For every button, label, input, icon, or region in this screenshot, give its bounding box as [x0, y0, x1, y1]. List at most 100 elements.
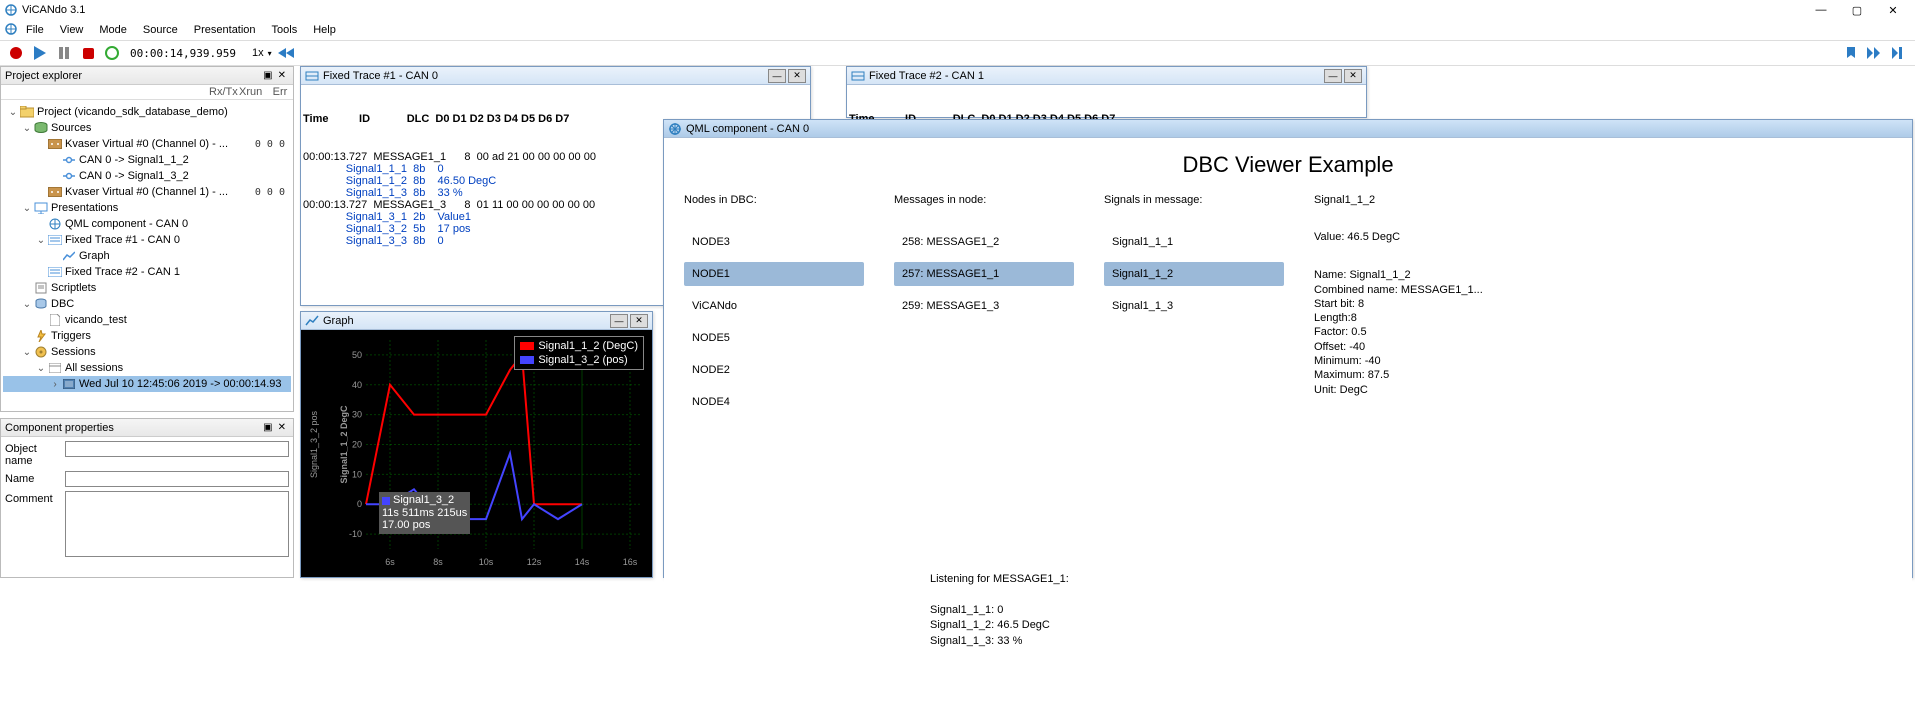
- tree-item[interactable]: CAN 0 -> Signal1_3_2: [3, 168, 291, 184]
- fixed-trace-1-titlebar[interactable]: Fixed Trace #1 - CAN 0 — ✕: [301, 67, 810, 85]
- expand-icon[interactable]: ⌄: [21, 123, 33, 134]
- close-icon[interactable]: ✕: [788, 69, 806, 83]
- menu-source[interactable]: Source: [135, 22, 186, 38]
- tree-item[interactable]: Scriptlets: [3, 280, 291, 296]
- expand-icon[interactable]: ⌄: [35, 363, 47, 374]
- prop-objectname-input[interactable]: [65, 441, 289, 457]
- graph-plot-area[interactable]: -10010203040506s8s10s12s14s16sSignal1_3_…: [301, 330, 652, 577]
- expand-icon[interactable]: ›: [49, 379, 61, 390]
- pause-button[interactable]: [54, 43, 74, 63]
- tree-item[interactable]: ⌄Sources: [3, 120, 291, 136]
- tree-item[interactable]: Kvaser Virtual #0 (Channel 0) - ...0 0 0: [3, 136, 291, 152]
- node-item[interactable]: NODE2: [684, 358, 864, 382]
- tree-item-label: Fixed Trace #2 - CAN 1: [65, 266, 180, 278]
- rewind-button[interactable]: [276, 43, 296, 63]
- minimize-icon[interactable]: —: [610, 314, 628, 328]
- canlink-icon: [61, 153, 77, 167]
- tree-item[interactable]: ⌄ Sessions: [3, 344, 291, 360]
- svg-text:50: 50: [352, 350, 362, 360]
- tree-item[interactable]: ⌄ Project (vicando_sdk_database_demo): [3, 104, 291, 120]
- nodes-label: Nodes in DBC:: [684, 194, 864, 206]
- tree-item[interactable]: Triggers: [3, 328, 291, 344]
- tree-item-label: Presentations: [51, 202, 118, 214]
- menu-presentation[interactable]: Presentation: [186, 22, 264, 38]
- tree-item[interactable]: vicando_test: [3, 312, 291, 328]
- tree-item[interactable]: ⌄Fixed Trace #1 - CAN 0: [3, 232, 291, 248]
- node-item[interactable]: NODE5: [684, 326, 864, 350]
- close-icon[interactable]: ✕: [630, 314, 648, 328]
- tree-item[interactable]: Graph: [3, 248, 291, 264]
- minimize-button[interactable]: —: [1803, 0, 1839, 20]
- project-explorer-panel: Project explorer ▣ ✕ Rx/Tx Xrun Err ⌄Pro…: [0, 66, 294, 412]
- prop-comment-input[interactable]: [65, 491, 289, 557]
- tree-item-label: Sessions: [51, 346, 96, 358]
- message-item[interactable]: 257: MESSAGE1_1: [894, 262, 1074, 286]
- tree-item-label: Project (vicando_sdk_database_demo): [37, 106, 228, 118]
- message-item[interactable]: 258: MESSAGE1_2: [894, 230, 1074, 254]
- pin-icon[interactable]: ▣: [261, 70, 274, 81]
- expand-icon[interactable]: ⌄: [21, 203, 33, 214]
- fixed-trace-2-titlebar[interactable]: Fixed Trace #2 - CAN 1 — ✕: [847, 67, 1366, 85]
- node-item[interactable]: NODE3: [684, 230, 864, 254]
- tree-item[interactable]: ⌄ Presentations: [3, 200, 291, 216]
- play-button[interactable]: [30, 43, 50, 63]
- node-item[interactable]: NODE1: [684, 262, 864, 286]
- close-button[interactable]: ✕: [1875, 0, 1911, 20]
- fixed-trace-1-title: Fixed Trace #1 - CAN 0: [323, 70, 438, 82]
- minimize-icon[interactable]: —: [768, 69, 786, 83]
- col-err: Err: [269, 86, 291, 98]
- pin-icon[interactable]: ▣: [261, 422, 274, 433]
- expand-icon[interactable]: ⌄: [7, 107, 19, 118]
- svg-text:14s: 14s: [575, 557, 590, 567]
- node-item[interactable]: ViCANdo: [684, 294, 864, 318]
- tree-item[interactable]: ⌄All sessions: [3, 360, 291, 376]
- prop-name-input[interactable]: [65, 471, 289, 487]
- title-bar: ViCANdo 3.1 — ▢ ✕: [0, 0, 1915, 20]
- expand-icon[interactable]: ⌄: [21, 347, 33, 358]
- expand-icon[interactable]: ⌄: [35, 235, 47, 246]
- stop-button[interactable]: [78, 43, 98, 63]
- graph-icon: [305, 314, 319, 328]
- component-properties-title: Component properties: [5, 422, 114, 434]
- menu-mode[interactable]: Mode: [91, 22, 135, 38]
- tree-item[interactable]: Kvaser Virtual #0 (Channel 1) - ...0 0 0: [3, 184, 291, 200]
- graph-titlebar[interactable]: Graph — ✕: [301, 312, 652, 330]
- tree-item[interactable]: CAN 0 -> Signal1_1_2: [3, 152, 291, 168]
- close-icon[interactable]: ✕: [1344, 69, 1362, 83]
- maximize-button[interactable]: ▢: [1839, 0, 1875, 20]
- menu-help[interactable]: Help: [305, 22, 344, 38]
- tree-item[interactable]: Fixed Trace #2 - CAN 1: [3, 264, 291, 280]
- tree-item[interactable]: ⌄ DBC: [3, 296, 291, 312]
- playback-speed[interactable]: 1x: [252, 47, 264, 59]
- skip-end-button[interactable]: [1889, 43, 1909, 63]
- qml-titlebar[interactable]: QML component - CAN 0: [664, 120, 1912, 138]
- tree-item-label: DBC: [51, 298, 74, 310]
- cycle-button[interactable]: [102, 43, 122, 63]
- tree-item-label: Kvaser Virtual #0 (Channel 0) - ...: [65, 138, 228, 150]
- tree-item[interactable]: QML component - CAN 0: [3, 216, 291, 232]
- fast-forward-button[interactable]: [1865, 43, 1885, 63]
- menu-file[interactable]: File: [18, 22, 52, 38]
- record-button[interactable]: [6, 43, 26, 63]
- node-item[interactable]: NODE4: [684, 390, 864, 414]
- minimize-icon[interactable]: —: [1324, 69, 1342, 83]
- message-item[interactable]: 259: MESSAGE1_3: [894, 294, 1074, 318]
- svg-text:20: 20: [352, 440, 362, 450]
- panel-close-icon[interactable]: ✕: [275, 422, 289, 433]
- marker-button[interactable]: [1841, 43, 1861, 63]
- project-tree[interactable]: ⌄ Project (vicando_sdk_database_demo) ⌄Sou…: [1, 100, 293, 410]
- signal-item[interactable]: Signal1_1_1: [1104, 230, 1284, 254]
- present-icon: [33, 201, 49, 215]
- menu-view[interactable]: View: [52, 22, 92, 38]
- signals-label: Signals in message:: [1104, 194, 1284, 206]
- signal-item[interactable]: Signal1_1_3: [1104, 294, 1284, 318]
- expand-icon[interactable]: ⌄: [21, 299, 33, 310]
- tree-item[interactable]: ›Wed Jul 10 12:45:06 2019 -> 00:00:14.93: [3, 376, 291, 392]
- panel-close-icon[interactable]: ✕: [275, 70, 289, 81]
- graph-title: Graph: [323, 315, 354, 327]
- dbc-icon: [33, 297, 49, 311]
- menu-tools[interactable]: Tools: [264, 22, 306, 38]
- legend-item-2: Signal1_3_2 (pos): [538, 354, 627, 366]
- speed-dropdown-icon[interactable]: ▾: [268, 49, 272, 58]
- signal-item[interactable]: Signal1_1_2: [1104, 262, 1284, 286]
